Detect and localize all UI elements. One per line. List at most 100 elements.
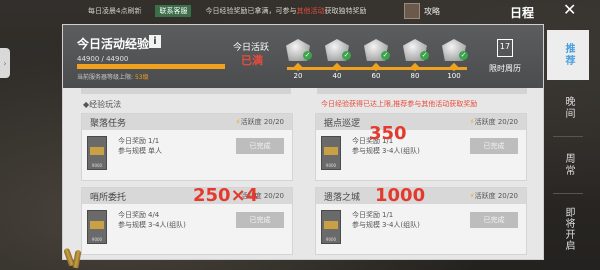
- tab-evening-label: 晚间: [563, 96, 574, 120]
- info-icon[interactable]: i: [149, 35, 161, 48]
- mode-value: 3-4人(组队): [382, 147, 420, 155]
- check-icon: ✓: [303, 51, 312, 60]
- ticket-icon: 9000: [321, 210, 341, 244]
- reward-value: 1/1: [382, 211, 394, 219]
- card-title: 遗落之城: [324, 192, 361, 203]
- cap-prefix: 当前服务器等级上限:: [77, 74, 134, 81]
- guide-button[interactable]: 攻略: [424, 6, 440, 17]
- strip-right: [317, 88, 527, 94]
- annotation-patrol-exp: 350: [369, 123, 407, 144]
- reward-key: 今日奖励: [352, 211, 380, 219]
- mode-key: 参与规模: [352, 147, 380, 155]
- reward-value: 1/1: [148, 137, 160, 145]
- exp-title: 今日活动经验: [77, 37, 150, 51]
- exp-cap-hint: 今日经验奖励已拿满，可参与其他活动获取独特奖励: [205, 6, 366, 16]
- milestone-chest[interactable]: ✓ 40: [320, 33, 354, 85]
- milestone-marker: [332, 62, 342, 72]
- milestone-value: 80: [410, 72, 420, 80]
- annotation-lostcity-exp: 1000: [375, 185, 426, 206]
- points-label: 活跃度: [474, 192, 496, 200]
- activity-milestones: ✓ 20 ✓ 40 ✓ 60 ✓ 80 ✓ 100: [281, 33, 477, 85]
- tab-evening[interactable]: 晚间: [547, 80, 589, 136]
- milestone-value: 40: [332, 72, 342, 80]
- reward-value: 4/4: [148, 211, 160, 219]
- schedule-title: 日程: [510, 6, 535, 20]
- points-label: 活跃度: [474, 118, 496, 126]
- mode-key: 参与规模: [118, 221, 146, 229]
- activity-status: 已满: [241, 54, 263, 67]
- ticket-icon: 9000: [87, 136, 107, 170]
- schedule-panel: 今日活动经验 i 44900 / 44900 当前服务器等级上限: 53级 今日…: [62, 24, 544, 260]
- card-details: 今日奖励 4/4 参与规模 3-4人(组队): [118, 210, 208, 230]
- ticket-code: 9000: [325, 237, 337, 242]
- check-icon: ✓: [342, 51, 351, 60]
- tab-upcoming[interactable]: 即将开启: [547, 194, 589, 264]
- milestone-chest[interactable]: ✓ 60: [359, 33, 393, 85]
- tab-weekly-label: 周常: [563, 153, 574, 177]
- card-title: 哨所委托: [90, 192, 127, 203]
- check-icon: ✓: [381, 51, 390, 60]
- milestone-chest[interactable]: ✓ 80: [398, 33, 432, 85]
- mode-value: 单人: [148, 147, 162, 155]
- points-value: 20/20: [497, 118, 518, 126]
- milestone-marker: [293, 62, 303, 72]
- completed-button[interactable]: 已完成: [236, 138, 284, 154]
- annotation-outpost-exp: 250×4: [193, 185, 259, 206]
- card-title: 聚落任务: [90, 118, 127, 129]
- calendar-day: 17: [499, 42, 511, 51]
- ticket-code: 9000: [91, 237, 103, 242]
- card-header: 据点巡逻 ⚡活跃度 20/20: [316, 114, 526, 130]
- mode-key: 参与规模: [118, 147, 146, 155]
- close-icon[interactable]: ✕: [563, 1, 576, 19]
- milestone-chest[interactable]: ✓ 20: [281, 33, 315, 85]
- mode-value: 3-4人(组队): [148, 221, 186, 229]
- check-icon: ✓: [420, 51, 429, 60]
- collapsed-row-strip: [81, 88, 527, 94]
- ticket-code: 9000: [325, 163, 337, 168]
- reward-key: 今日奖励: [118, 137, 146, 145]
- points-value: 20/20: [263, 192, 284, 200]
- reward-key: 今日奖励: [118, 211, 146, 219]
- ticket-icon: 9000: [321, 136, 341, 170]
- mode-value: 3-4人(组队): [382, 221, 420, 229]
- activity-card-stronghold-patrol[interactable]: 据点巡逻 ⚡活跃度 20/20 9000 今日奖励 1/1 参与规模 3-4人(组队…: [315, 113, 527, 181]
- milestone-marker: [449, 62, 459, 72]
- hint-suffix: 获取独特奖励: [324, 7, 367, 15]
- exp-progress-bar: [77, 64, 225, 69]
- strip-left: [81, 88, 291, 94]
- milestone-value: 100: [447, 72, 461, 80]
- completed-button[interactable]: 已完成: [236, 212, 284, 228]
- card-title: 据点巡逻: [324, 118, 361, 129]
- completed-button[interactable]: 已完成: [470, 138, 518, 154]
- tab-recommend[interactable]: 推荐: [547, 30, 589, 80]
- milestone-marker: [410, 62, 420, 72]
- tab-weekly[interactable]: 周常: [547, 137, 589, 193]
- exp-header: 今日活动经验 i 44900 / 44900 当前服务器等级上限: 53级 今日…: [63, 25, 543, 88]
- milestone-chest[interactable]: ✓ 100: [437, 33, 471, 85]
- points-value: 20/20: [497, 192, 518, 200]
- ticket-icon: 9000: [87, 210, 107, 244]
- card-header: 聚落任务 ⚡活跃度 20/20: [82, 114, 292, 130]
- tab-recommend-label: 推荐: [563, 43, 574, 67]
- card-details: 今日奖励 1/1 参与规模 3-4人(组队): [352, 210, 442, 230]
- support-tag[interactable]: 联系客服: [155, 5, 192, 17]
- exp-value: 44900 / 44900: [77, 55, 129, 63]
- milestone-value: 60: [371, 72, 381, 80]
- reset-time-text: 每日凌晨4点刷新: [88, 7, 142, 15]
- completed-button[interactable]: 已完成: [470, 212, 518, 228]
- points-value: 20/20: [263, 118, 284, 126]
- side-expand-tab[interactable]: ›: [0, 48, 10, 78]
- exp-progress-fill: [77, 64, 225, 69]
- guide-avatar-icon[interactable]: [404, 3, 420, 19]
- card-points: ⚡活跃度 20/20: [236, 117, 284, 127]
- activity-card-outpost-commission[interactable]: 哨所委托 ⚡活跃度 20/20 9000 今日奖励 4/4 参与规模 3-4人(组队…: [81, 187, 293, 255]
- activity-card-settlement-task[interactable]: 聚落任务 ⚡活跃度 20/20 9000 今日奖励 1/1 参与规模 单人 已完成: [81, 113, 293, 181]
- section-note: 今日经验获得已达上限,推荐参与其他活动获取奖励: [321, 100, 478, 108]
- section-header: ◆经验玩法: [83, 100, 122, 109]
- weekly-calendar-button[interactable]: 17 限时周历: [477, 39, 533, 74]
- points-label: 活跃度: [240, 118, 262, 126]
- server-level-cap: 当前服务器等级上限: 53级: [77, 72, 149, 81]
- hint-red-link[interactable]: 其他活动: [296, 7, 324, 15]
- cap-level: 53级: [134, 74, 149, 81]
- hint-prefix: 今日经验奖励已拿满，可参与: [205, 7, 297, 15]
